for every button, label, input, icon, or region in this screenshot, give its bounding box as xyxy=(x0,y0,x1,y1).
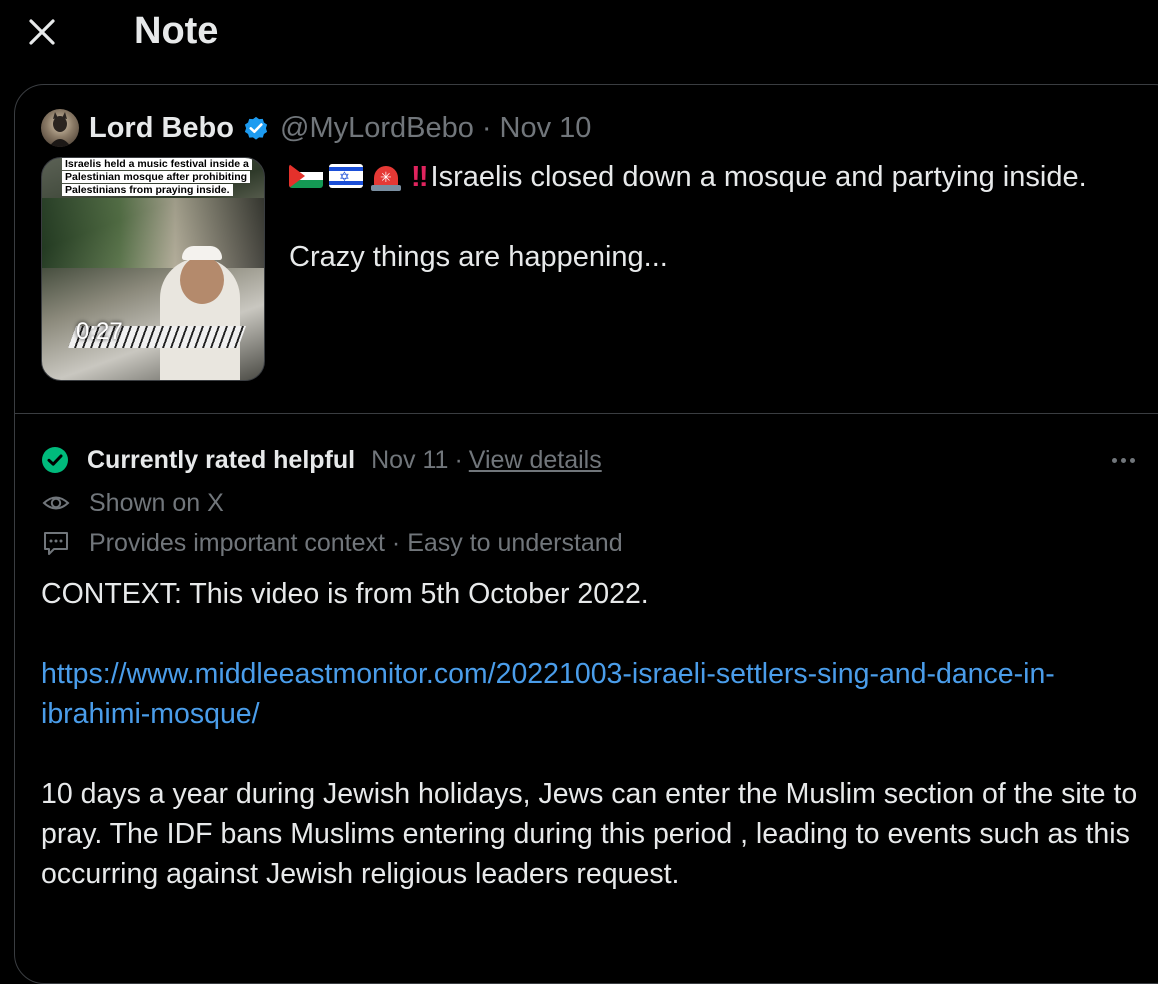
view-details-link[interactable]: View details xyxy=(469,446,602,475)
shown-on-label: Shown on X xyxy=(89,488,224,517)
avatar-image xyxy=(49,112,71,147)
video-caption-text: Israelis held a music festival inside a … xyxy=(62,158,252,196)
check-circle-icon xyxy=(42,447,68,473)
video-thumbnail[interactable]: Israelis held a music festival inside a … xyxy=(41,157,265,381)
note-status-row: Currently rated helpful Nov 11 · View de… xyxy=(41,442,602,478)
video-person-head xyxy=(180,256,224,304)
note-body-context: CONTEXT: This video is from 5th October … xyxy=(41,578,649,610)
tweet-header: Lord Bebo @MyLordBebo · Nov 10 xyxy=(89,111,591,145)
rating-reasons-row: Provides important context · Easy to und… xyxy=(41,526,623,560)
tweet-text-line1: Israelis closed down a mosque and partyi… xyxy=(430,161,1087,193)
header-bar: Note xyxy=(0,0,1158,64)
separator-dot: · xyxy=(454,445,463,474)
note-date: Nov 11 xyxy=(371,445,449,474)
tweet-emoji-group: ✡ ✳ xyxy=(289,164,403,192)
video-scene xyxy=(42,198,264,268)
note-body: CONTEXT: This video is from 5th October … xyxy=(41,574,1141,894)
video-duration: 0:27 xyxy=(76,318,123,345)
author-name[interactable]: Lord Bebo xyxy=(89,112,234,145)
more-options-button[interactable] xyxy=(1103,442,1143,478)
message-icon xyxy=(44,532,68,555)
avatar[interactable] xyxy=(41,109,79,147)
author-handle[interactable]: @MyLordBebo xyxy=(280,112,474,145)
verified-badge-icon xyxy=(244,116,268,140)
source-link[interactable]: https://www.middleeastmonitor.com/202210… xyxy=(41,658,1055,730)
video-person-kippah xyxy=(182,246,222,260)
quoted-tweet[interactable]: Lord Bebo @MyLordBebo · Nov 10 Israelis … xyxy=(15,85,1158,414)
note-body-explanation: 10 days a year during Jewish holidays, J… xyxy=(41,778,1138,890)
close-icon[interactable] xyxy=(22,12,62,52)
note-status-label: Currently rated helpful xyxy=(87,445,356,474)
israel-flag-icon: ✡ xyxy=(329,164,363,189)
tweet-text-line2: Crazy things are happening... xyxy=(289,241,668,273)
eye-icon xyxy=(42,496,70,510)
palestine-flag-icon xyxy=(289,164,323,189)
double-exclamation-icon: ‼ xyxy=(411,161,428,193)
rating-reasons-label: Provides important context · Easy to und… xyxy=(89,528,623,557)
shown-on-row: Shown on X xyxy=(41,486,224,520)
police-siren-icon: ✳ xyxy=(369,164,403,192)
video-caption-overlay: Israelis held a music festival inside a … xyxy=(62,158,264,197)
tweet-text: ✡ ✳ ‼ Israelis closed down a mosque and p… xyxy=(289,157,1089,277)
note-card: Lord Bebo @MyLordBebo · Nov 10 Israelis … xyxy=(14,84,1158,984)
tweet-date[interactable]: Nov 10 xyxy=(500,112,592,145)
more-horizontal-icon[interactable] xyxy=(1111,457,1135,463)
separator-dot: · xyxy=(481,111,492,144)
close-button[interactable] xyxy=(22,12,62,52)
page-title: Note xyxy=(134,10,219,52)
